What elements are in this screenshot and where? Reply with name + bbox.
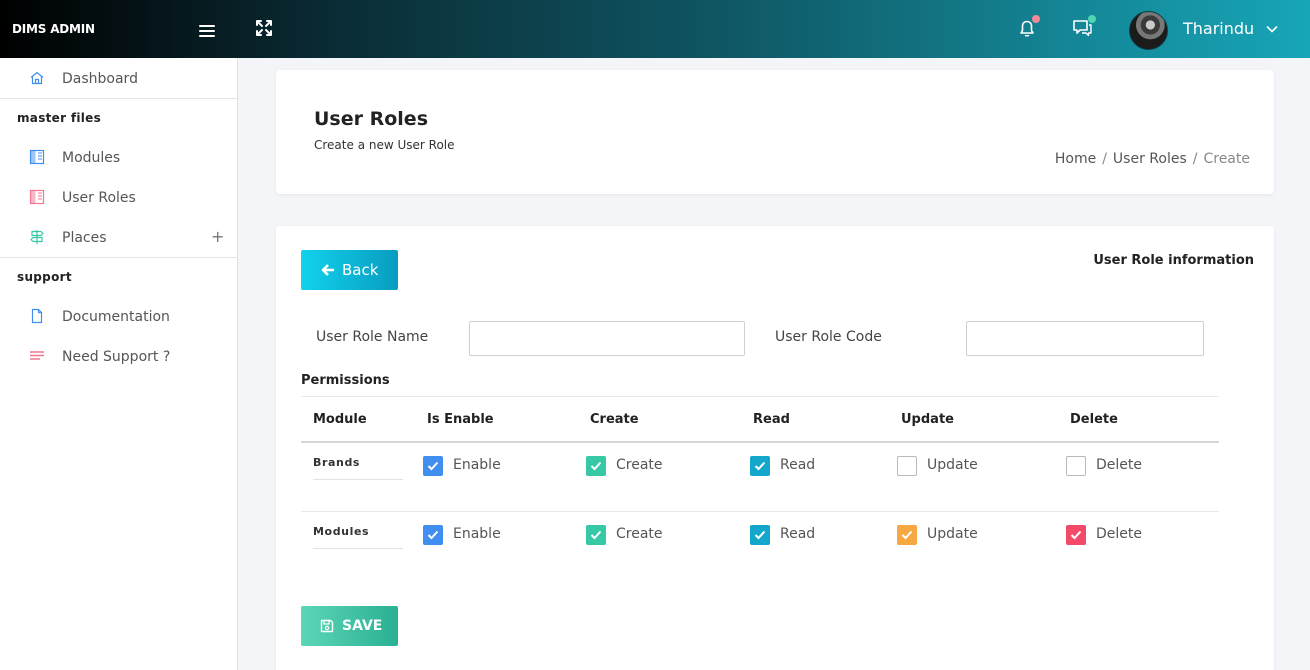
sidebar-item-label: Modules xyxy=(62,150,121,166)
checkmark-icon xyxy=(754,461,766,471)
table-top-border xyxy=(301,396,1219,397)
delete-checkbox[interactable] xyxy=(1066,456,1086,476)
read-checkbox[interactable] xyxy=(750,456,770,476)
module-underline xyxy=(313,548,403,549)
chevron-down-icon[interactable] xyxy=(1266,24,1278,34)
role-name-input[interactable] xyxy=(469,321,745,356)
floppy-disk-icon xyxy=(320,619,334,633)
sidebar-item-label: User Roles xyxy=(62,190,136,206)
enable-checkbox[interactable] xyxy=(423,456,443,476)
checkmark-icon xyxy=(590,461,602,471)
column-header-read: Read xyxy=(753,412,790,427)
delete-checkbox-label[interactable]: Delete xyxy=(1096,526,1142,542)
column-header-delete: Delete xyxy=(1070,412,1118,427)
create-checkbox[interactable] xyxy=(586,525,606,545)
document-icon xyxy=(31,308,43,324)
sidebar-item-label: Dashboard xyxy=(62,71,138,87)
sidebar-item-need-support[interactable]: Need Support ? xyxy=(0,340,237,370)
role-name-label: User Role Name xyxy=(316,329,429,345)
save-button-label: SAVE xyxy=(342,618,383,634)
column-header-module: Module xyxy=(313,412,367,427)
section-title: User Role information xyxy=(1093,253,1254,268)
role-code-label: User Role Code xyxy=(775,329,882,345)
columns-icon xyxy=(29,189,45,205)
read-checkbox-label[interactable]: Read xyxy=(780,526,815,542)
column-header-create: Create xyxy=(590,412,639,427)
user-role-form-card: Back User Role information User Role Nam… xyxy=(276,70,1274,670)
sidebar-item-user-roles[interactable]: User Roles xyxy=(0,181,237,211)
update-checkbox-label[interactable]: Update xyxy=(927,457,978,473)
user-avatar[interactable] xyxy=(1129,11,1168,50)
delete-checkbox[interactable] xyxy=(1066,525,1086,545)
create-checkbox-label[interactable]: Create xyxy=(616,526,663,542)
update-checkbox[interactable] xyxy=(897,525,917,545)
read-checkbox[interactable] xyxy=(750,525,770,545)
module-name: Brands xyxy=(313,456,361,469)
lines-icon xyxy=(30,351,44,360)
delete-checkbox-label[interactable]: Delete xyxy=(1096,457,1142,473)
sidebar-item-places[interactable]: Places + xyxy=(0,221,237,251)
notification-badge xyxy=(1032,15,1040,23)
arrow-left-icon xyxy=(321,264,334,276)
menu-toggle-icon[interactable] xyxy=(199,25,215,38)
sidebar-item-dashboard[interactable]: Dashboard xyxy=(0,62,237,92)
column-header-update: Update xyxy=(901,412,954,427)
back-button[interactable]: Back xyxy=(301,250,398,290)
table-header-border xyxy=(301,441,1219,443)
sidebar-item-label: Places xyxy=(62,230,107,246)
checkmark-icon xyxy=(754,530,766,540)
back-button-label: Back xyxy=(342,261,379,279)
section-heading-master-files: master files xyxy=(17,111,102,125)
create-checkbox[interactable] xyxy=(586,456,606,476)
enable-checkbox[interactable] xyxy=(423,525,443,545)
expand-plus-icon[interactable]: + xyxy=(211,227,224,246)
form-panel xyxy=(276,226,1274,670)
permissions-title: Permissions xyxy=(301,373,390,388)
home-icon xyxy=(30,71,44,85)
fullscreen-icon[interactable] xyxy=(255,19,273,37)
user-name[interactable]: Tharindu xyxy=(1183,19,1254,38)
module-underline xyxy=(313,479,403,480)
module-name: Modules xyxy=(313,525,370,538)
columns-icon xyxy=(29,149,45,165)
sidebar: Dashboard master files Modules User Role… xyxy=(0,58,238,670)
divider xyxy=(0,257,237,258)
checkmark-icon xyxy=(901,530,913,540)
create-checkbox-label[interactable]: Create xyxy=(616,457,663,473)
enable-checkbox-label[interactable]: Enable xyxy=(453,457,501,473)
message-badge xyxy=(1088,15,1096,23)
table-row-divider xyxy=(301,511,1219,512)
sidebar-item-label: Need Support ? xyxy=(62,349,171,365)
role-code-input[interactable] xyxy=(966,321,1204,356)
checkmark-icon xyxy=(1070,530,1082,540)
enable-checkbox-label[interactable]: Enable xyxy=(453,526,501,542)
brand-logo[interactable]: DIMS ADMIN xyxy=(12,22,95,36)
update-checkbox-label[interactable]: Update xyxy=(927,526,978,542)
checkmark-icon xyxy=(590,530,602,540)
section-heading-support: support xyxy=(17,270,72,284)
checkmark-icon xyxy=(427,461,439,471)
signpost-icon xyxy=(30,230,44,244)
sidebar-item-label: Documentation xyxy=(62,309,170,325)
sidebar-item-modules[interactable]: Modules xyxy=(0,141,237,171)
divider xyxy=(0,98,237,99)
checkmark-icon xyxy=(427,530,439,540)
read-checkbox-label[interactable]: Read xyxy=(780,457,815,473)
top-bar: DIMS ADMIN Tharindu xyxy=(0,0,1310,58)
sidebar-item-documentation[interactable]: Documentation xyxy=(0,300,237,330)
column-header-enable: Is Enable xyxy=(427,412,494,427)
save-button[interactable]: SAVE xyxy=(301,606,398,646)
update-checkbox[interactable] xyxy=(897,456,917,476)
